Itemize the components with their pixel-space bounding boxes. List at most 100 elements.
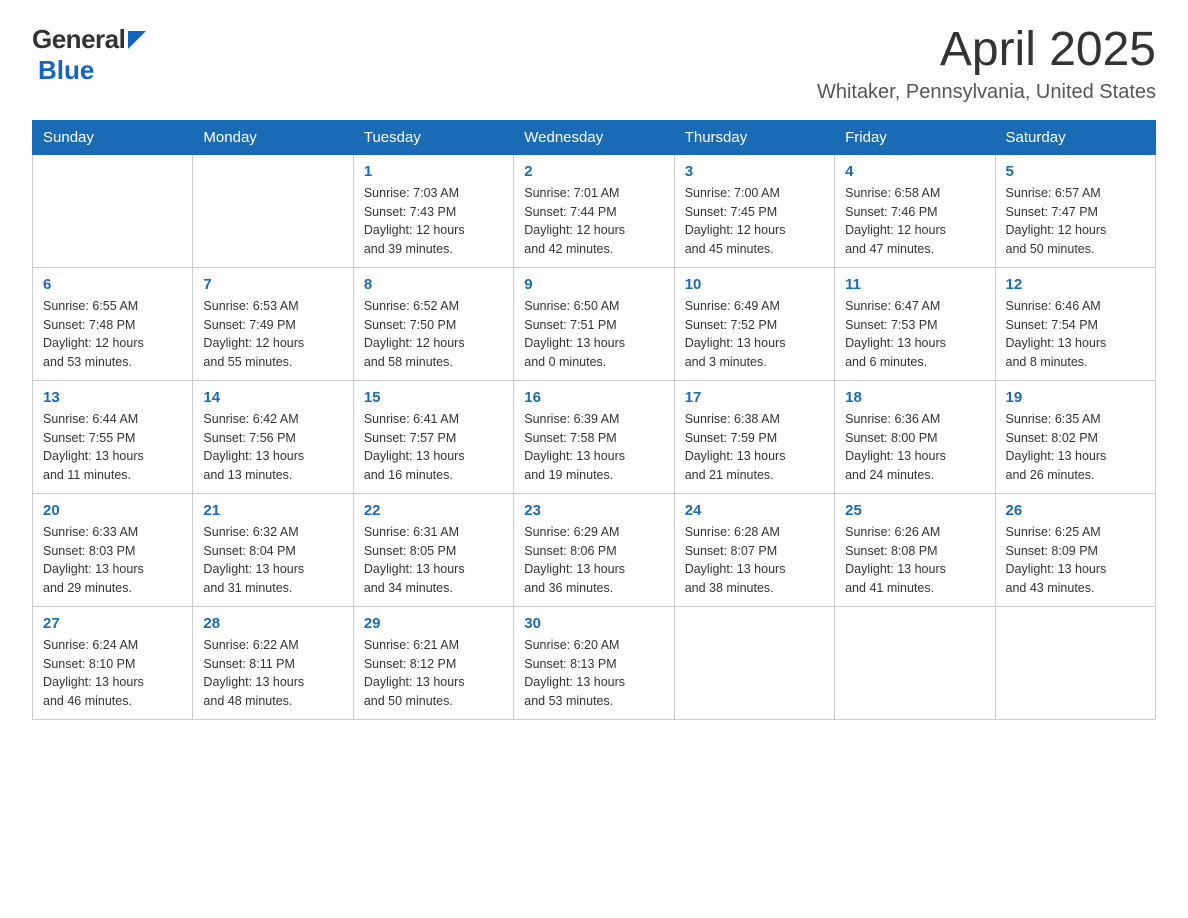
day-number: 9 <box>524 276 663 293</box>
day-info: Sunrise: 6:31 AM Sunset: 8:05 PM Dayligh… <box>364 523 503 598</box>
day-info: Sunrise: 6:22 AM Sunset: 8:11 PM Dayligh… <box>203 636 342 711</box>
day-info: Sunrise: 6:29 AM Sunset: 8:06 PM Dayligh… <box>524 523 663 598</box>
day-info: Sunrise: 7:00 AM Sunset: 7:45 PM Dayligh… <box>685 184 824 259</box>
day-info: Sunrise: 6:42 AM Sunset: 7:56 PM Dayligh… <box>203 410 342 485</box>
day-info: Sunrise: 6:47 AM Sunset: 7:53 PM Dayligh… <box>845 297 984 372</box>
calendar-day-header: Tuesday <box>353 120 513 154</box>
day-number: 29 <box>364 615 503 632</box>
calendar-day-cell: 29 Sunrise: 6:21 AM Sunset: 8:12 PM Dayli… <box>353 606 513 719</box>
day-number: 27 <box>43 615 182 632</box>
calendar-day-cell: 24 Sunrise: 6:28 AM Sunset: 8:07 PM Dayli… <box>674 493 834 606</box>
day-info: Sunrise: 7:03 AM Sunset: 7:43 PM Dayligh… <box>364 184 503 259</box>
calendar-day-cell: 7Sunrise: 6:53 AM Sunset: 7:49 PM Daylig… <box>193 267 353 380</box>
day-info: Sunrise: 6:46 AM Sunset: 7:54 PM Dayligh… <box>1006 297 1145 372</box>
page-subtitle: Whitaker, Pennsylvania, United States <box>817 81 1156 104</box>
calendar-day-header: Friday <box>835 120 995 154</box>
calendar-week-row: 6 Sunrise: 6:55 AM Sunset: 7:48 PM Daylig… <box>33 267 1156 380</box>
day-info: Sunrise: 6:50 AM Sunset: 7:51 PM Dayligh… <box>524 297 663 372</box>
logo-triangle-icon <box>128 31 148 51</box>
day-number: 4 <box>845 163 984 180</box>
calendar-day-cell: 19 Sunrise: 6:35 AM Sunset: 8:02 PM Dayli… <box>995 380 1155 493</box>
day-number: 28 <box>203 615 342 632</box>
title-block: April 2025 Whitaker, Pennsylvania, Unite… <box>817 24 1156 104</box>
day-info: Sunrise: 6:55 AM Sunset: 7:48 PM Dayligh… <box>43 297 182 372</box>
day-info: Sunrise: 6:36 AM Sunset: 8:00 PM Dayligh… <box>845 410 984 485</box>
calendar-day-header: Thursday <box>674 120 834 154</box>
calendar-day-cell: 23Sunrise: 6:29 AM Sunset: 8:06 PM Dayli… <box>514 493 674 606</box>
day-number: 17 <box>685 389 824 406</box>
day-number: 18 <box>845 389 984 406</box>
calendar-week-row: 1 Sunrise: 7:03 AM Sunset: 7:43 PM Daylig… <box>33 154 1156 267</box>
calendar-day-cell: 15 Sunrise: 6:41 AM Sunset: 7:57 PM Dayli… <box>353 380 513 493</box>
day-info: Sunrise: 6:20 AM Sunset: 8:13 PM Dayligh… <box>524 636 663 711</box>
day-number: 8 <box>364 276 503 293</box>
calendar-day-cell: 27Sunrise: 6:24 AM Sunset: 8:10 PM Dayli… <box>33 606 193 719</box>
calendar-header-row: SundayMondayTuesdayWednesdayThursdayFrid… <box>33 120 1156 154</box>
day-info: Sunrise: 6:53 AM Sunset: 7:49 PM Dayligh… <box>203 297 342 372</box>
day-number: 1 <box>364 163 503 180</box>
calendar-day-cell: 17 Sunrise: 6:38 AM Sunset: 7:59 PM Dayli… <box>674 380 834 493</box>
day-number: 22 <box>364 502 503 519</box>
day-info: Sunrise: 6:57 AM Sunset: 7:47 PM Dayligh… <box>1006 184 1145 259</box>
calendar-day-cell: 1 Sunrise: 7:03 AM Sunset: 7:43 PM Daylig… <box>353 154 513 267</box>
calendar-day-cell <box>193 154 353 267</box>
page-title: April 2025 <box>817 24 1156 77</box>
calendar-week-row: 20Sunrise: 6:33 AM Sunset: 8:03 PM Dayli… <box>33 493 1156 606</box>
day-number: 19 <box>1006 389 1145 406</box>
calendar-day-cell: 16Sunrise: 6:39 AM Sunset: 7:58 PM Dayli… <box>514 380 674 493</box>
day-number: 24 <box>685 502 824 519</box>
day-info: Sunrise: 6:49 AM Sunset: 7:52 PM Dayligh… <box>685 297 824 372</box>
day-info: Sunrise: 6:58 AM Sunset: 7:46 PM Dayligh… <box>845 184 984 259</box>
calendar-day-cell <box>33 154 193 267</box>
day-number: 25 <box>845 502 984 519</box>
calendar-day-cell: 21Sunrise: 6:32 AM Sunset: 8:04 PM Dayli… <box>193 493 353 606</box>
day-number: 12 <box>1006 276 1145 293</box>
calendar-table: SundayMondayTuesdayWednesdayThursdayFrid… <box>32 120 1156 720</box>
calendar-day-cell: 5 Sunrise: 6:57 AM Sunset: 7:47 PM Daylig… <box>995 154 1155 267</box>
calendar-day-cell: 6 Sunrise: 6:55 AM Sunset: 7:48 PM Daylig… <box>33 267 193 380</box>
day-number: 21 <box>203 502 342 519</box>
day-info: Sunrise: 7:01 AM Sunset: 7:44 PM Dayligh… <box>524 184 663 259</box>
calendar-day-cell: 28 Sunrise: 6:22 AM Sunset: 8:11 PM Dayli… <box>193 606 353 719</box>
day-number: 3 <box>685 163 824 180</box>
day-number: 15 <box>364 389 503 406</box>
day-number: 5 <box>1006 163 1145 180</box>
day-info: Sunrise: 6:38 AM Sunset: 7:59 PM Dayligh… <box>685 410 824 485</box>
calendar-day-header: Monday <box>193 120 353 154</box>
calendar-week-row: 13Sunrise: 6:44 AM Sunset: 7:55 PM Dayli… <box>33 380 1156 493</box>
calendar-day-cell: 30 Sunrise: 6:20 AM Sunset: 8:13 PM Dayli… <box>514 606 674 719</box>
calendar-day-cell: 22 Sunrise: 6:31 AM Sunset: 8:05 PM Dayli… <box>353 493 513 606</box>
calendar-day-cell: 4 Sunrise: 6:58 AM Sunset: 7:46 PM Daylig… <box>835 154 995 267</box>
calendar-week-row: 27Sunrise: 6:24 AM Sunset: 8:10 PM Dayli… <box>33 606 1156 719</box>
calendar-day-cell: 10 Sunrise: 6:49 AM Sunset: 7:52 PM Dayli… <box>674 267 834 380</box>
day-info: Sunrise: 6:26 AM Sunset: 8:08 PM Dayligh… <box>845 523 984 598</box>
calendar-day-cell: 26Sunrise: 6:25 AM Sunset: 8:09 PM Dayli… <box>995 493 1155 606</box>
calendar-day-cell <box>835 606 995 719</box>
day-number: 6 <box>43 276 182 293</box>
calendar-day-cell <box>995 606 1155 719</box>
calendar-day-cell: 18 Sunrise: 6:36 AM Sunset: 8:00 PM Dayli… <box>835 380 995 493</box>
day-info: Sunrise: 6:21 AM Sunset: 8:12 PM Dayligh… <box>364 636 503 711</box>
day-number: 30 <box>524 615 663 632</box>
calendar-day-cell: 14 Sunrise: 6:42 AM Sunset: 7:56 PM Dayli… <box>193 380 353 493</box>
day-number: 10 <box>685 276 824 293</box>
calendar-day-header: Saturday <box>995 120 1155 154</box>
day-info: Sunrise: 6:25 AM Sunset: 8:09 PM Dayligh… <box>1006 523 1145 598</box>
calendar-day-cell <box>674 606 834 719</box>
page-header: General Blue April 2025 Whitaker, Pennsy… <box>32 24 1156 104</box>
calendar-day-cell: 9 Sunrise: 6:50 AM Sunset: 7:51 PM Daylig… <box>514 267 674 380</box>
calendar-day-cell: 3 Sunrise: 7:00 AM Sunset: 7:45 PM Daylig… <box>674 154 834 267</box>
logo: General Blue <box>32 24 148 86</box>
calendar-day-cell: 13Sunrise: 6:44 AM Sunset: 7:55 PM Dayli… <box>33 380 193 493</box>
day-info: Sunrise: 6:28 AM Sunset: 8:07 PM Dayligh… <box>685 523 824 598</box>
day-number: 14 <box>203 389 342 406</box>
day-number: 13 <box>43 389 182 406</box>
calendar-day-header: Wednesday <box>514 120 674 154</box>
day-info: Sunrise: 6:41 AM Sunset: 7:57 PM Dayligh… <box>364 410 503 485</box>
calendar-day-cell: 8Sunrise: 6:52 AM Sunset: 7:50 PM Daylig… <box>353 267 513 380</box>
day-number: 11 <box>845 276 984 293</box>
day-number: 2 <box>524 163 663 180</box>
day-number: 20 <box>43 502 182 519</box>
day-info: Sunrise: 6:35 AM Sunset: 8:02 PM Dayligh… <box>1006 410 1145 485</box>
calendar-day-cell: 2 Sunrise: 7:01 AM Sunset: 7:44 PM Daylig… <box>514 154 674 267</box>
